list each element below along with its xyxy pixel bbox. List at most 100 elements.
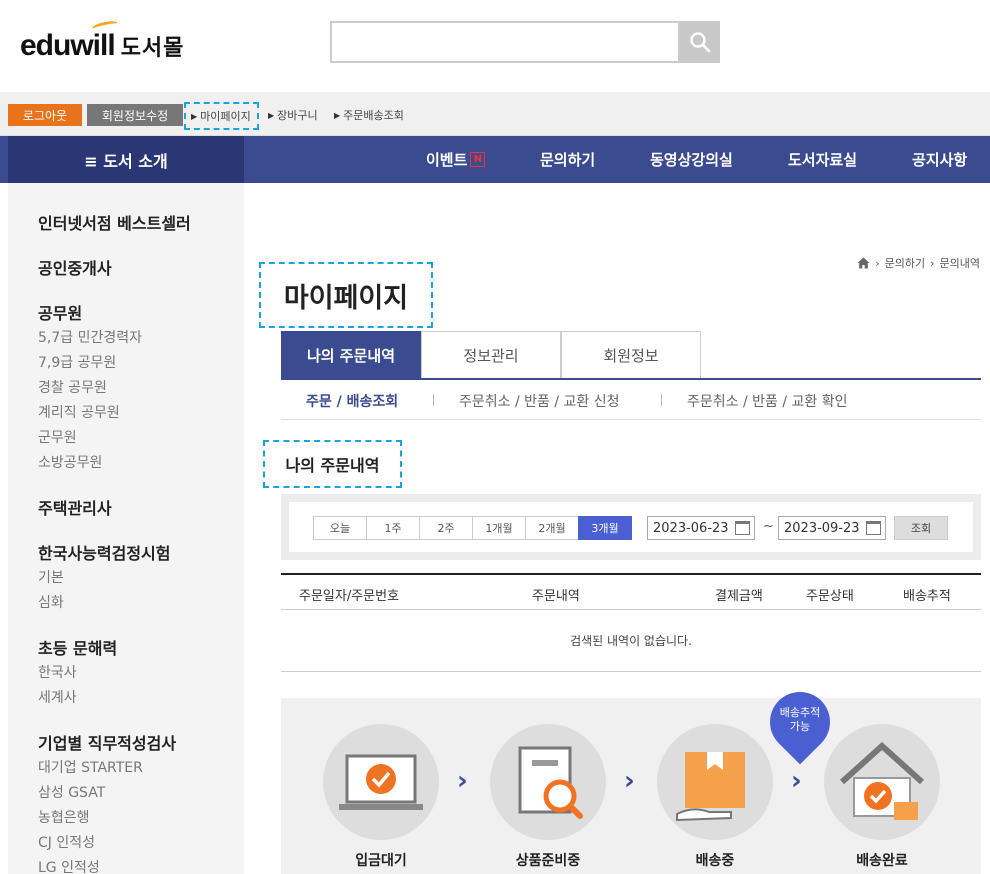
order-subtabs: 주문 / 배송조회 주문취소 / 반품 / 교환 신청 주문취소 / 반품 / … (281, 380, 981, 420)
order-tracking-link-label: 주문배송조회 (343, 109, 404, 122)
sidebar-group-aptitude-test[interactable]: 기업별 직무적성검사 (38, 730, 176, 754)
sidebar-item[interactable]: 대기업 STARTER (38, 757, 143, 777)
date-to-value: 2023-09-23 (784, 520, 860, 536)
chevron-right-icon: › (791, 766, 802, 796)
sidebar-item[interactable]: 7,9급 공무원 (38, 352, 116, 372)
cart-link[interactable]: ▶ 장바구니 (268, 104, 318, 126)
search-button[interactable] (680, 21, 720, 63)
sidebar-item[interactable]: LG 인적성 (38, 857, 100, 874)
tab-my-orders[interactable]: 나의 주문내역 (281, 331, 421, 379)
breadcrumb-separator: › (930, 256, 935, 270)
date-from-input[interactable]: 2023-06-23 (647, 516, 755, 540)
search-icon (690, 32, 711, 53)
period-1month-button[interactable]: 1개월 (472, 516, 526, 540)
column-header-order-items: 주문내역 (532, 589, 580, 604)
mypage-link[interactable]: ▶ 마이페이지 (184, 102, 259, 130)
calendar-icon[interactable] (735, 521, 750, 535)
date-range-separator: ~ (763, 519, 774, 534)
new-badge: N (470, 152, 486, 167)
sidebar-group-literacy[interactable]: 초등 문해력 (38, 635, 117, 659)
sidebar-group-realtor[interactable]: 공인중개사 (38, 255, 112, 279)
triangle-right-icon: ▶ (334, 110, 341, 120)
search-input[interactable] (330, 21, 680, 63)
step-label: 배송완료 (856, 853, 908, 869)
sidebar-item[interactable]: 5,7급 민간경력자 (38, 327, 142, 347)
breadcrumb: › 문의하기 › 문의내역 (857, 255, 980, 271)
chevron-right-icon: › (457, 766, 468, 796)
logo-subtitle: 도서몰 (120, 36, 185, 61)
utility-bar: 로그아웃 회원정보수정 ▶ 마이페이지 ▶ 장바구니 ▶ 주문배송조회 (0, 92, 990, 136)
sidebar-item[interactable]: 계리직 공무원 (38, 402, 120, 422)
sidebar-group-housing-manager[interactable]: 주택관리사 (38, 495, 112, 519)
subtab-cancel-confirm[interactable]: 주문취소 / 반품 / 교환 확인 (687, 391, 847, 411)
calendar-icon[interactable] (866, 521, 881, 535)
order-process-panel: 입금대기 › 상품준비중 › 배송중 › 배송추적 가능 배송완료 (281, 679, 981, 874)
date-filter-box: 오늘 1주 2주 1개월 2개월 3개월 2023-06-23 ~ 2023-0… (289, 502, 973, 552)
subtab-divider (661, 394, 662, 406)
sidebar-item[interactable]: 세계사 (38, 687, 77, 707)
step-label: 입금대기 (355, 853, 407, 869)
search-orders-button[interactable]: 조회 (894, 516, 948, 540)
date-to-input[interactable]: 2023-09-23 (778, 516, 886, 540)
book-category-menu[interactable]: ≡ 도서 소개 (8, 136, 244, 183)
period-2week-button[interactable]: 2주 (419, 516, 473, 540)
sidebar-group-bestseller[interactable]: 인터넷서점 베스트셀러 (38, 210, 191, 234)
book-search-icon (518, 746, 583, 819)
main-nav: ≡ 도서 소개 이벤트 N 문의하기 동영상강의실 도서자료실 공지사항 (0, 136, 990, 183)
empty-orders-message: 검색된 내역이 없습니다. (281, 610, 981, 672)
nav-item-event-label: 이벤트 (426, 151, 468, 169)
sidebar-item[interactable]: 한국사 (38, 662, 77, 682)
triangle-right-icon: ▶ (268, 110, 275, 120)
orders-table-header: 주문일자/주문번호 주문내역 결제금액 주문상태 배송추적 (281, 573, 981, 610)
step-label: 배송중 (695, 853, 735, 869)
sidebar-group-civil-service[interactable]: 공무원 (38, 300, 82, 324)
breadcrumb-item[interactable]: 문의내역 (940, 255, 980, 271)
edit-member-button[interactable]: 회원정보수정 (87, 104, 183, 126)
home-icon[interactable] (857, 257, 870, 269)
page-title: 마이페이지 (259, 262, 433, 328)
nav-item-notices[interactable]: 공지사항 (912, 136, 967, 183)
category-sidebar: 인터넷서점 베스트셀러 공인중개사 공무원 5,7급 민간경력자 7,9급 공무… (8, 183, 244, 874)
eduwill-logo[interactable]: eduwill 도서몰 (20, 19, 185, 66)
nav-item-event[interactable]: 이벤트 N (426, 136, 486, 183)
nav-item-video-lectures[interactable]: 동영상강의실 (650, 136, 733, 183)
period-1week-button[interactable]: 1주 (366, 516, 420, 540)
step-shipping (657, 724, 773, 840)
date-from-value: 2023-06-23 (653, 520, 729, 536)
step-label: 상품준비중 (515, 853, 581, 869)
step-delivered (824, 724, 940, 840)
order-tracking-link[interactable]: ▶ 주문배송조회 (334, 104, 404, 126)
nav-item-book-materials[interactable]: 도서자료실 (788, 136, 857, 183)
cart-link-label: 장바구니 (277, 109, 318, 122)
period-2month-button[interactable]: 2개월 (525, 516, 579, 540)
step-preparing (490, 724, 606, 840)
column-header-order-date: 주문일자/주문번호 (299, 589, 400, 604)
sidebar-item[interactable]: 농협은행 (38, 807, 90, 827)
period-today-button[interactable]: 오늘 (313, 516, 367, 540)
subtab-cancel-request[interactable]: 주문취소 / 반품 / 교환 신청 (459, 391, 619, 411)
subtab-order-delivery[interactable]: 주문 / 배송조회 (306, 391, 398, 411)
column-header-amount: 결제금액 (715, 589, 763, 604)
sidebar-item[interactable]: 심화 (38, 592, 64, 612)
column-header-tracking: 배송추적 (903, 589, 951, 604)
subtab-divider (433, 394, 434, 406)
sidebar-item[interactable]: 소방공무원 (38, 452, 102, 472)
period-3month-button[interactable]: 3개월 (578, 516, 632, 540)
logout-button[interactable]: 로그아웃 (8, 104, 82, 126)
chevron-right-icon: › (624, 766, 635, 796)
sidebar-group-korean-history[interactable]: 한국사능력검정시험 (38, 540, 170, 564)
tab-member-info[interactable]: 회원정보 (561, 331, 701, 378)
sidebar-item[interactable]: 기본 (38, 567, 64, 587)
sidebar-item[interactable]: 경찰 공무원 (38, 377, 107, 397)
sidebar-item[interactable]: CJ 인적성 (38, 832, 95, 852)
column-header-status: 주문상태 (806, 589, 854, 604)
breadcrumb-separator: › (875, 256, 880, 270)
sidebar-item[interactable]: 군무원 (38, 427, 77, 447)
triangle-right-icon: ▶ (191, 111, 198, 121)
breadcrumb-item[interactable]: 문의하기 (885, 255, 925, 271)
tab-info-management[interactable]: 정보관리 (421, 331, 561, 378)
sidebar-item[interactable]: 삼성 GSAT (38, 782, 105, 802)
section-title: 나의 주문내역 (263, 440, 402, 488)
nav-item-inquiry[interactable]: 문의하기 (540, 136, 595, 183)
logo-wordmark: eduwill (20, 29, 116, 62)
